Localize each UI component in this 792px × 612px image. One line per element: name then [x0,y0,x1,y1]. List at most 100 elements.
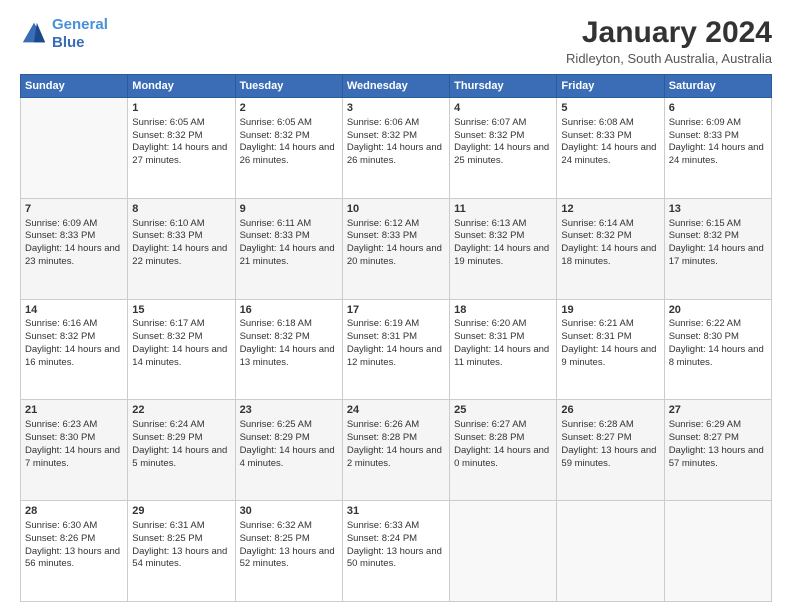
main-title: January 2024 [566,16,772,49]
calendar-week-row: 14Sunrise: 6:16 AM Sunset: 8:32 PM Dayli… [21,299,772,400]
calendar-table: SundayMondayTuesdayWednesdayThursdayFrid… [20,74,772,602]
calendar-cell: 26Sunrise: 6:28 AM Sunset: 8:27 PM Dayli… [557,400,664,501]
day-number: 14 [25,303,123,318]
day-number: 6 [669,101,767,116]
day-number: 16 [240,303,338,318]
day-info: Sunrise: 6:13 AM Sunset: 8:32 PM Dayligh… [454,218,549,267]
day-info: Sunrise: 6:31 AM Sunset: 8:25 PM Dayligh… [132,520,227,569]
calendar-cell: 23Sunrise: 6:25 AM Sunset: 8:29 PM Dayli… [235,400,342,501]
day-info: Sunrise: 6:05 AM Sunset: 8:32 PM Dayligh… [240,117,335,166]
day-number: 31 [347,504,445,519]
calendar-cell [21,98,128,199]
calendar-cell: 10Sunrise: 6:12 AM Sunset: 8:33 PM Dayli… [342,198,449,299]
day-info: Sunrise: 6:12 AM Sunset: 8:33 PM Dayligh… [347,218,442,267]
day-number: 7 [25,202,123,217]
day-number: 26 [561,403,659,418]
calendar-cell: 2Sunrise: 6:05 AM Sunset: 8:32 PM Daylig… [235,98,342,199]
day-info: Sunrise: 6:24 AM Sunset: 8:29 PM Dayligh… [132,419,227,468]
day-info: Sunrise: 6:29 AM Sunset: 8:27 PM Dayligh… [669,419,764,468]
day-info: Sunrise: 6:19 AM Sunset: 8:31 PM Dayligh… [347,318,442,367]
day-number: 29 [132,504,230,519]
calendar-cell: 28Sunrise: 6:30 AM Sunset: 8:26 PM Dayli… [21,501,128,602]
logo-icon [20,20,48,48]
day-number: 19 [561,303,659,318]
calendar-cell: 20Sunrise: 6:22 AM Sunset: 8:30 PM Dayli… [664,299,771,400]
day-info: Sunrise: 6:30 AM Sunset: 8:26 PM Dayligh… [25,520,120,569]
calendar-cell: 18Sunrise: 6:20 AM Sunset: 8:31 PM Dayli… [450,299,557,400]
day-number: 21 [25,403,123,418]
day-number: 13 [669,202,767,217]
calendar-cell: 4Sunrise: 6:07 AM Sunset: 8:32 PM Daylig… [450,98,557,199]
calendar-cell: 11Sunrise: 6:13 AM Sunset: 8:32 PM Dayli… [450,198,557,299]
day-number: 8 [132,202,230,217]
day-info: Sunrise: 6:27 AM Sunset: 8:28 PM Dayligh… [454,419,549,468]
calendar-cell: 31Sunrise: 6:33 AM Sunset: 8:24 PM Dayli… [342,501,449,602]
calendar-cell: 30Sunrise: 6:32 AM Sunset: 8:25 PM Dayli… [235,501,342,602]
day-number: 12 [561,202,659,217]
day-info: Sunrise: 6:07 AM Sunset: 8:32 PM Dayligh… [454,117,549,166]
calendar-cell: 25Sunrise: 6:27 AM Sunset: 8:28 PM Dayli… [450,400,557,501]
day-info: Sunrise: 6:09 AM Sunset: 8:33 PM Dayligh… [669,117,764,166]
day-number: 30 [240,504,338,519]
day-info: Sunrise: 6:16 AM Sunset: 8:32 PM Dayligh… [25,318,120,367]
calendar-week-row: 1Sunrise: 6:05 AM Sunset: 8:32 PM Daylig… [21,98,772,199]
day-info: Sunrise: 6:21 AM Sunset: 8:31 PM Dayligh… [561,318,656,367]
subtitle: Ridleyton, South Australia, Australia [566,51,772,66]
calendar-cell: 16Sunrise: 6:18 AM Sunset: 8:32 PM Dayli… [235,299,342,400]
logo-text: General Blue [52,16,108,52]
day-info: Sunrise: 6:32 AM Sunset: 8:25 PM Dayligh… [240,520,335,569]
calendar-cell: 24Sunrise: 6:26 AM Sunset: 8:28 PM Dayli… [342,400,449,501]
day-number: 20 [669,303,767,318]
day-info: Sunrise: 6:05 AM Sunset: 8:32 PM Dayligh… [132,117,227,166]
day-info: Sunrise: 6:14 AM Sunset: 8:32 PM Dayligh… [561,218,656,267]
calendar-cell: 12Sunrise: 6:14 AM Sunset: 8:32 PM Dayli… [557,198,664,299]
day-info: Sunrise: 6:17 AM Sunset: 8:32 PM Dayligh… [132,318,227,367]
day-info: Sunrise: 6:22 AM Sunset: 8:30 PM Dayligh… [669,318,764,367]
day-info: Sunrise: 6:11 AM Sunset: 8:33 PM Dayligh… [240,218,335,267]
day-number: 9 [240,202,338,217]
day-info: Sunrise: 6:28 AM Sunset: 8:27 PM Dayligh… [561,419,656,468]
calendar-cell [557,501,664,602]
calendar-cell: 15Sunrise: 6:17 AM Sunset: 8:32 PM Dayli… [128,299,235,400]
day-number: 28 [25,504,123,519]
calendar-cell: 6Sunrise: 6:09 AM Sunset: 8:33 PM Daylig… [664,98,771,199]
header: General Blue January 2024 Ridleyton, Sou… [20,16,772,66]
logo-general: General [52,16,108,33]
day-header-friday: Friday [557,75,664,98]
calendar-cell: 8Sunrise: 6:10 AM Sunset: 8:33 PM Daylig… [128,198,235,299]
day-number: 15 [132,303,230,318]
day-info: Sunrise: 6:20 AM Sunset: 8:31 PM Dayligh… [454,318,549,367]
day-number: 3 [347,101,445,116]
day-header-monday: Monday [128,75,235,98]
calendar-cell: 3Sunrise: 6:06 AM Sunset: 8:32 PM Daylig… [342,98,449,199]
title-section: January 2024 Ridleyton, South Australia,… [566,16,772,66]
calendar-cell: 1Sunrise: 6:05 AM Sunset: 8:32 PM Daylig… [128,98,235,199]
day-number: 27 [669,403,767,418]
calendar-week-row: 21Sunrise: 6:23 AM Sunset: 8:30 PM Dayli… [21,400,772,501]
calendar-cell: 22Sunrise: 6:24 AM Sunset: 8:29 PM Dayli… [128,400,235,501]
calendar-cell: 13Sunrise: 6:15 AM Sunset: 8:32 PM Dayli… [664,198,771,299]
calendar-cell: 9Sunrise: 6:11 AM Sunset: 8:33 PM Daylig… [235,198,342,299]
day-number: 5 [561,101,659,116]
day-number: 22 [132,403,230,418]
calendar-cell: 17Sunrise: 6:19 AM Sunset: 8:31 PM Dayli… [342,299,449,400]
day-number: 4 [454,101,552,116]
calendar-cell [450,501,557,602]
day-info: Sunrise: 6:09 AM Sunset: 8:33 PM Dayligh… [25,218,120,267]
day-info: Sunrise: 6:06 AM Sunset: 8:32 PM Dayligh… [347,117,442,166]
day-header-thursday: Thursday [450,75,557,98]
day-number: 1 [132,101,230,116]
day-number: 25 [454,403,552,418]
calendar-cell: 7Sunrise: 6:09 AM Sunset: 8:33 PM Daylig… [21,198,128,299]
day-info: Sunrise: 6:15 AM Sunset: 8:32 PM Dayligh… [669,218,764,267]
day-header-saturday: Saturday [664,75,771,98]
day-info: Sunrise: 6:33 AM Sunset: 8:24 PM Dayligh… [347,520,442,569]
day-number: 10 [347,202,445,217]
day-header-tuesday: Tuesday [235,75,342,98]
calendar-cell [664,501,771,602]
day-number: 11 [454,202,552,217]
day-info: Sunrise: 6:10 AM Sunset: 8:33 PM Dayligh… [132,218,227,267]
calendar-header-row: SundayMondayTuesdayWednesdayThursdayFrid… [21,75,772,98]
day-info: Sunrise: 6:08 AM Sunset: 8:33 PM Dayligh… [561,117,656,166]
calendar-cell: 14Sunrise: 6:16 AM Sunset: 8:32 PM Dayli… [21,299,128,400]
